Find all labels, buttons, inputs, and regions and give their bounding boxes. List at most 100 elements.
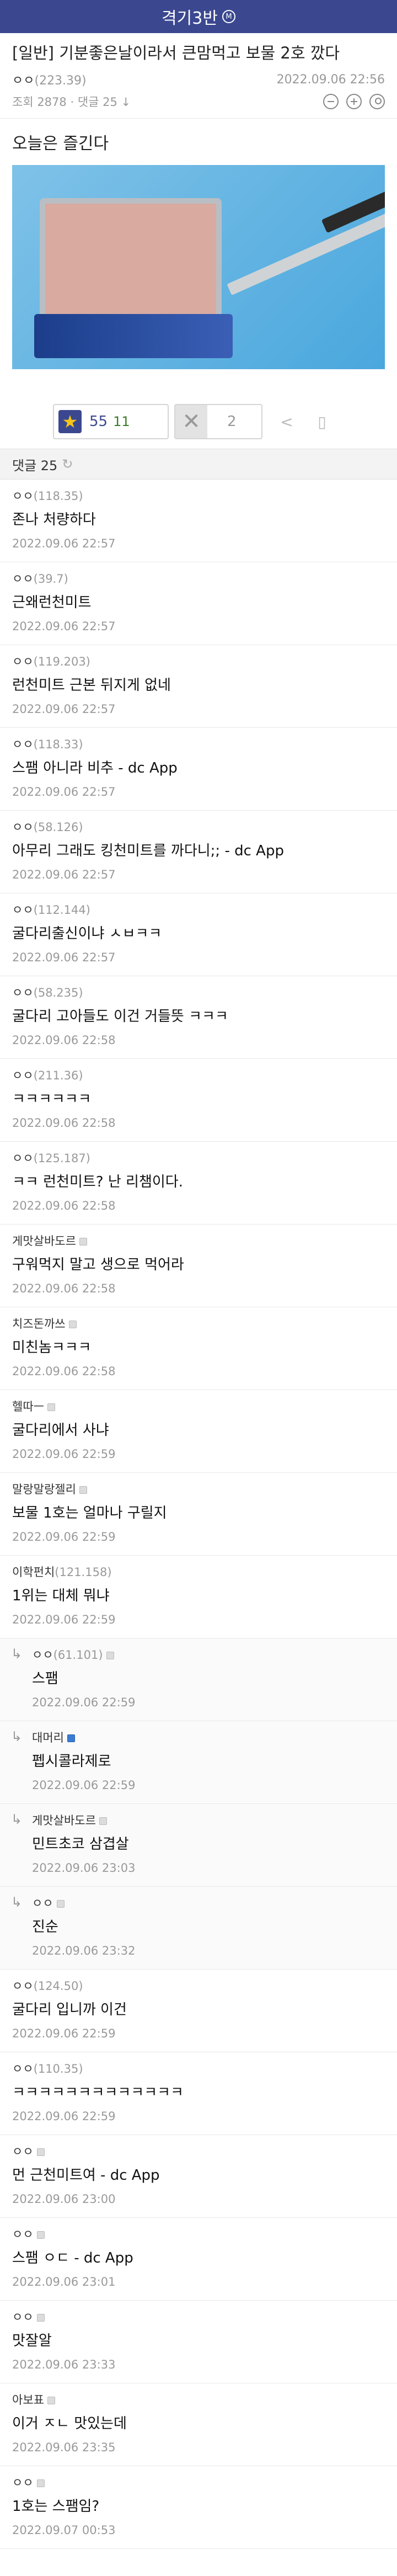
post-meta: ㅇㅇ(223.39) 2022.09.06 22:56	[12, 68, 385, 91]
comment-date: 2022.09.06 22:59	[32, 1696, 136, 1709]
comment-author[interactable]: ㅇㅇ	[12, 489, 34, 503]
comment: ㅇㅇ(110.35) ㅋㅋㅋㅋㅋㅋㅋㅋㅋㅋㅋㅋㅋ 2022.09.06 22:59	[0, 2052, 397, 2135]
comment-author[interactable]: ㅇㅇ	[12, 1069, 34, 1082]
gallery-name[interactable]: 격기3반	[162, 4, 218, 29]
comment-author[interactable]: ㅇㅇ	[12, 738, 34, 751]
reply-comment: ↳ 대머리 펩시콜라제로 2022.09.06 22:59	[0, 1721, 397, 1804]
comment-author-ip: (211.36)	[33, 1069, 83, 1082]
comment-date: 2022.09.06 22:59	[12, 1530, 116, 1544]
comment-author[interactable]: ㅇㅇ	[12, 2228, 34, 2241]
comment-text: 존나 처량하다	[12, 512, 96, 528]
comment-author[interactable]: 말랑말랑젤리	[12, 1483, 76, 1496]
comment-author[interactable]: ㅇㅇ	[12, 572, 34, 586]
comment-author[interactable]: ㅇㅇ	[32, 1648, 53, 1662]
comment-author-ip: (39.7)	[33, 572, 68, 586]
comment-text: 먼 근천미트여 - dc App	[12, 2167, 160, 2184]
comment-text: 굴다리출신이냐 ㅅㅂㅋㅋ	[12, 925, 162, 942]
comment-author-ip: (58.235)	[33, 986, 83, 999]
comment-text: 런천미트 근본 뒤지게 없네	[12, 677, 171, 694]
member-badge-icon	[36, 2231, 45, 2239]
comment-author-line: 말랑말랑젤리	[12, 1478, 385, 1500]
reply-arrow-icon: ↳	[11, 1894, 23, 1910]
post-header: [일반] 기분좋은날이라서 큰맘먹고 보물 2호 깠다 ㅇㅇ(223.39) 2…	[0, 33, 397, 119]
post-title: [일반] 기분좋은날이라서 큰맘먹고 보물 2호 깠다	[12, 44, 340, 62]
post-comment-count[interactable]: 댓글 25	[78, 95, 117, 109]
comment-author[interactable]: ㅇㅇ	[12, 655, 34, 668]
comment-author-line: ㅇㅇ(61.101)	[32, 1644, 385, 1666]
comment-author[interactable]: ㅇㅇ	[12, 1152, 34, 1165]
comment-date: 2022.09.06 22:57	[12, 702, 116, 716]
comment-author-ip: (125.187)	[33, 1152, 90, 1165]
comment-author[interactable]: ㅇㅇ	[12, 1979, 34, 1993]
user-icon[interactable]	[369, 94, 385, 109]
member-badge-icon	[67, 1734, 75, 1742]
chevron-down-icon[interactable]: ↓	[121, 95, 131, 109]
comment-date: 2022.09.06 22:57	[12, 951, 116, 964]
comment-date: 2022.09.06 22:59	[12, 1613, 116, 1626]
comment-date: 2022.09.06 23:33	[12, 2358, 116, 2371]
post-views: 조회 2878	[12, 95, 67, 109]
downvote-button[interactable]: ✕ 2	[174, 404, 262, 439]
comment: ㅇㅇ(118.33) 스팸 아니라 비추 - dc App 2022.09.06 2…	[0, 728, 397, 811]
comment-author[interactable]: ㅇㅇ	[12, 2062, 34, 2075]
post-photo[interactable]	[12, 165, 385, 369]
reply-arrow-icon: ↳	[11, 1729, 23, 1744]
comment-author-line: 치즈돈까쓰	[12, 1313, 385, 1335]
comment: ㅇㅇ(119.203) 런천미트 근본 뒤지게 없네 2022.09.06 22:5…	[0, 645, 397, 728]
zoom-out-icon[interactable]	[323, 94, 339, 109]
comment-date: 2022.09.07 00:53	[12, 2524, 116, 2537]
comment-author-line: 이학펀치(121.158)	[12, 1561, 385, 1583]
comment-author[interactable]: 게맛살바도르	[32, 1814, 96, 1827]
comment-author-ip: (61.101)	[53, 1648, 103, 1662]
comment-author-ip: (58.126)	[33, 821, 83, 834]
gallery-header[interactable]: 격기3반 M	[0, 0, 397, 33]
comment-author[interactable]: 치즈돈까쓰	[12, 1317, 66, 1330]
comment-author[interactable]: 이학펀치	[12, 1566, 55, 1579]
comment-date: 2022.09.06 22:58	[12, 1199, 116, 1212]
comment-date: 2022.09.06 22:57	[12, 868, 116, 881]
comment-text: 스팸	[32, 1670, 58, 1687]
comment-author[interactable]: ㅇㅇ	[12, 986, 34, 999]
comment-date: 2022.09.06 22:58	[12, 1034, 116, 1047]
comment-date: 2022.09.06 22:59	[12, 2110, 116, 2123]
comment-author[interactable]: ㅇㅇ	[12, 2476, 34, 2489]
bookmark-icon[interactable]: ▯	[311, 411, 333, 433]
upvote-button[interactable]: ★ 55 11	[53, 404, 169, 439]
comment-author-line: 아보표	[12, 2389, 385, 2411]
comment-date: 2022.09.06 23:32	[32, 1944, 136, 1957]
post-author[interactable]: ㅇㅇ	[12, 74, 34, 88]
comment-text: ㅋㅋ 런천미트? 난 리챔이다.	[12, 1174, 183, 1190]
share-icon[interactable]: <	[276, 411, 298, 433]
comment-author-ip: (124.50)	[33, 1979, 83, 1993]
comment-author-line: 대머리	[32, 1727, 385, 1749]
comment-date: 2022.09.06 22:58	[12, 1116, 116, 1130]
comment-author[interactable]: 대머리	[32, 1731, 64, 1744]
comment-text: 펩시콜라제로	[32, 1753, 111, 1770]
comment: 치즈돈까쓰 미친놈ㅋㅋㅋ 2022.09.06 22:58	[0, 1307, 397, 1390]
member-badge-icon	[56, 1900, 65, 1908]
comment-text: 민트초코 삼겹살	[32, 1836, 129, 1853]
comment-author[interactable]: ㅇㅇ	[12, 903, 34, 917]
member-badge-icon	[79, 1238, 87, 1246]
comment-date: 2022.09.06 22:59	[12, 2027, 116, 2040]
comment-author[interactable]: ㅇㅇ	[12, 2311, 34, 2324]
comment-date: 2022.09.06 23:03	[32, 1861, 136, 1875]
refresh-icon[interactable]: ↻	[62, 456, 73, 472]
comment-author-ip: (118.33)	[33, 738, 83, 751]
member-badge-icon	[68, 1321, 77, 1328]
comment: ㅇㅇ 먼 근천미트여 - dc App 2022.09.06 23:00	[0, 2135, 397, 2218]
comment-text: ㅋㅋㅋㅋㅋㅋ	[12, 1091, 92, 1108]
downvote-count: 2	[227, 413, 237, 430]
comment-author-line: ㅇㅇ(118.35)	[12, 485, 385, 507]
comment: ㅇㅇ(58.126) 아무리 그래도 킹천미트를 까다니;; - dc App 20…	[0, 811, 397, 893]
comment-author[interactable]: 아보표	[12, 2393, 44, 2407]
comment-author-line: ㅇㅇ	[12, 2141, 385, 2163]
comment-author-ip: (110.35)	[33, 2062, 83, 2075]
zoom-in-icon[interactable]	[346, 94, 362, 109]
comment-author[interactable]: ㅇㅇ	[32, 1897, 53, 1910]
comment-author-line: ㅇㅇ	[12, 2472, 385, 2494]
comment-author[interactable]: ㅇㅇ	[12, 2145, 34, 2158]
comment-author[interactable]: 헬따ㅡ	[12, 1400, 44, 1413]
comment-author[interactable]: 게맛살바도르	[12, 1234, 76, 1248]
comment-author[interactable]: ㅇㅇ	[12, 821, 34, 834]
